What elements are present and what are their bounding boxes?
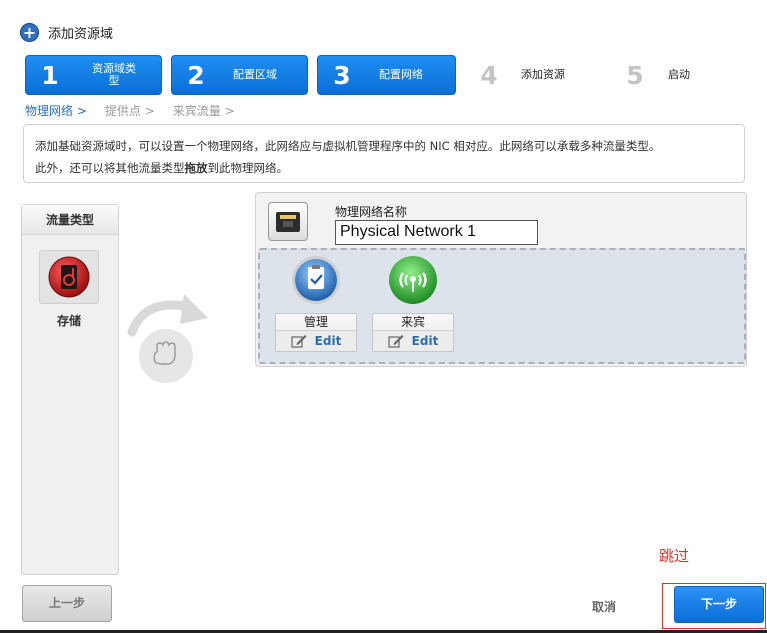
edit-button[interactable]: Edit — [276, 331, 356, 351]
dialog-title-text: 添加资源域 — [48, 26, 114, 42]
step-label: 添加资源 — [521, 68, 565, 81]
step-label: 配置网络 — [379, 68, 423, 81]
traffic-type-guest[interactable]: 来宾 Edit — [372, 255, 454, 352]
dialog-title: + 添加资源域 — [20, 20, 113, 44]
step-3: 3 配置网络 — [317, 55, 456, 95]
breadcrumb-physical-network[interactable]: 物理网络 > — [25, 102, 87, 118]
physical-network-panel: 物理网络名称 Physical Network 1 管理 Edit 来宾 Edi… — [255, 192, 747, 367]
step-number: 3 — [333, 60, 351, 90]
step-label: 配置区域 — [233, 68, 277, 81]
previous-button[interactable]: 上一步 — [22, 585, 112, 622]
drag-hint — [126, 292, 216, 388]
traffic-item-label: 存储 — [56, 314, 81, 328]
drag-arrow-icon — [127, 294, 208, 383]
step-4: 4 添加资源 — [465, 55, 602, 95]
skip-annotation: 跳过 — [659, 547, 690, 565]
step-number: 2 — [187, 60, 205, 90]
add-circle-icon: + — [20, 22, 39, 42]
nic-icon — [268, 202, 308, 241]
step-5: 5 启动 — [611, 55, 748, 95]
breadcrumb: 物理网络 > 提供点 > 来宾流量 > — [25, 102, 253, 118]
step-number: 4 — [480, 60, 498, 90]
cancel-button[interactable]: 取消 — [592, 598, 616, 615]
traffic-item-storage[interactable]: 存储 — [38, 250, 100, 329]
traffic-type-header: 流量类型 — [22, 205, 118, 235]
storage-icon — [48, 256, 90, 298]
edit-icon — [291, 335, 307, 348]
next-button[interactable]: 下一步 — [674, 586, 764, 623]
step-2: 2 配置区域 — [171, 55, 308, 95]
step-number: 5 — [626, 60, 644, 90]
network-name-input[interactable]: Physical Network 1 — [335, 220, 538, 245]
info-line-1: 添加基础资源域时，可以设置一个物理网络，此网络应与虚拟机管理程序中的 NIC 相… — [35, 139, 661, 153]
traffic-type-management[interactable]: 管理 Edit — [275, 255, 357, 352]
step-1: 1 资源域类型 — [25, 55, 162, 95]
step-number: 1 — [41, 60, 59, 90]
traffic-type-label: 管理 — [276, 314, 356, 331]
traffic-type-label: 来宾 — [373, 314, 453, 331]
edit-icon — [388, 335, 404, 348]
traffic-type-panel: 流量类型 存储 — [21, 204, 119, 575]
info-box: 添加基础资源域时，可以设置一个物理网络，此网络应与虚拟机管理程序中的 NIC 相… — [23, 124, 745, 183]
step-label: 启动 — [668, 68, 690, 81]
management-icon — [292, 256, 340, 304]
edit-button[interactable]: Edit — [373, 331, 453, 351]
breadcrumb-guest-traffic: 来宾流量 > — [172, 104, 235, 118]
traffic-drop-zone[interactable]: 管理 Edit 来宾 Edit — [258, 248, 746, 364]
breadcrumb-pod: 提供点 > — [104, 104, 155, 118]
network-name-label: 物理网络名称 — [335, 205, 408, 219]
info-line-2: 此外，还可以将其他流量类型拖放到此物理网络。 — [35, 161, 288, 175]
step-label: 资源域类型 — [92, 62, 136, 87]
guest-icon — [389, 256, 437, 304]
